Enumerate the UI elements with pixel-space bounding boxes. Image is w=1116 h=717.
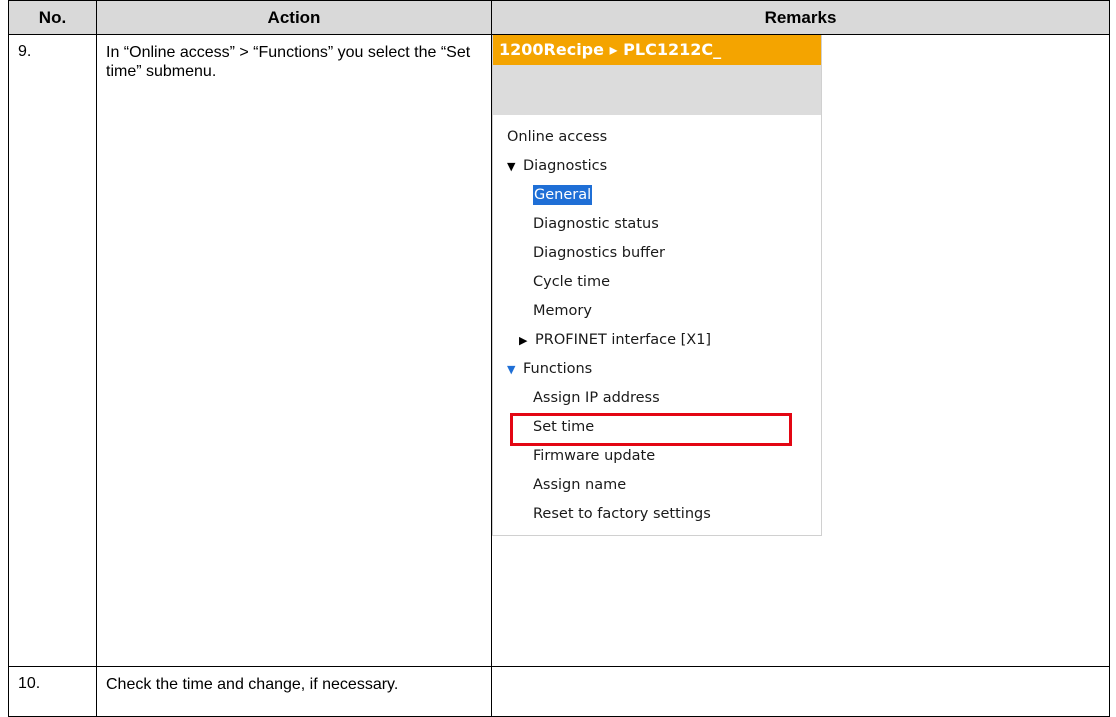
tree-label: Online access [507, 129, 608, 145]
tree-label: Assign IP address [533, 390, 660, 406]
tree-item-online-access[interactable]: Online access [493, 123, 821, 152]
tree-label: Diagnostics buffer [533, 245, 666, 261]
tree-label: Diagnostics [523, 158, 608, 174]
tree-label: Assign name [533, 477, 627, 493]
tree-item-general[interactable]: General [493, 181, 821, 210]
panel-toolbar-area [493, 65, 821, 115]
tree-label: Memory [533, 303, 592, 319]
step-number: 9. [8, 34, 97, 667]
tree-item-profinet-interface[interactable]: ▶ PROFINET interface [X1] [493, 326, 821, 355]
tree-item-reset-factory[interactable]: Reset to factory settings [493, 500, 821, 529]
tree-item-assign-ip[interactable]: Assign IP address [493, 384, 821, 413]
header-no: No. [8, 0, 97, 35]
tree-item-cycle-time[interactable]: Cycle time [493, 268, 821, 297]
tree-item-functions[interactable]: ▼ Functions [493, 355, 821, 384]
step-remarks [491, 666, 1110, 717]
tree-label: Cycle time [533, 274, 610, 290]
tree-label: Firmware update [533, 448, 656, 464]
tree-label: Reset to factory settings [533, 506, 711, 522]
step-remarks: 1200Recipe ▸ PLC1212C_ Online access ▼ Di… [491, 34, 1110, 667]
tree-label: Diagnostic status [533, 216, 659, 232]
header-remarks: Remarks [491, 0, 1110, 35]
navigation-tree: Online access ▼ Diagnostics General Diagn… [493, 115, 821, 535]
step-action: In “Online access” > “Functions” you sel… [96, 34, 492, 667]
tree-item-diagnostics-buffer[interactable]: Diagnostics buffer [493, 239, 821, 268]
instruction-table: No. Action Remarks 9. In “Online access”… [8, 0, 1110, 717]
table-header-row: No. Action Remarks [8, 0, 1110, 35]
tree-label: Functions [523, 361, 593, 377]
step-number: 10. [8, 666, 97, 717]
table-row: 10. Check the time and change, if necess… [8, 666, 1110, 717]
tree-item-assign-name[interactable]: Assign name [493, 471, 821, 500]
tree-item-firmware-update[interactable]: Firmware update [493, 442, 821, 471]
tree-item-diagnostics[interactable]: ▼ Diagnostics [493, 152, 821, 181]
expanded-triangle-icon[interactable]: ▼ [507, 355, 523, 384]
table-row: 9. In “Online access” > “Functions” you … [8, 34, 1110, 667]
tree-item-memory[interactable]: Memory [493, 297, 821, 326]
tree-label: PROFINET interface [X1] [535, 332, 712, 348]
tree-label-selected: General [533, 185, 593, 205]
step-action: Check the time and change, if necessary. [96, 666, 492, 717]
breadcrumb: 1200Recipe ▸ PLC1212C_ [493, 35, 821, 65]
collapsed-triangle-icon[interactable]: ▶ [519, 326, 535, 355]
tree-item-diagnostic-status[interactable]: Diagnostic status [493, 210, 821, 239]
expanded-triangle-icon[interactable]: ▼ [507, 152, 523, 181]
tree-item-set-time[interactable]: Set time [493, 413, 821, 446]
header-action: Action [96, 0, 492, 35]
tia-online-panel: 1200Recipe ▸ PLC1212C_ Online access ▼ Di… [492, 35, 822, 536]
